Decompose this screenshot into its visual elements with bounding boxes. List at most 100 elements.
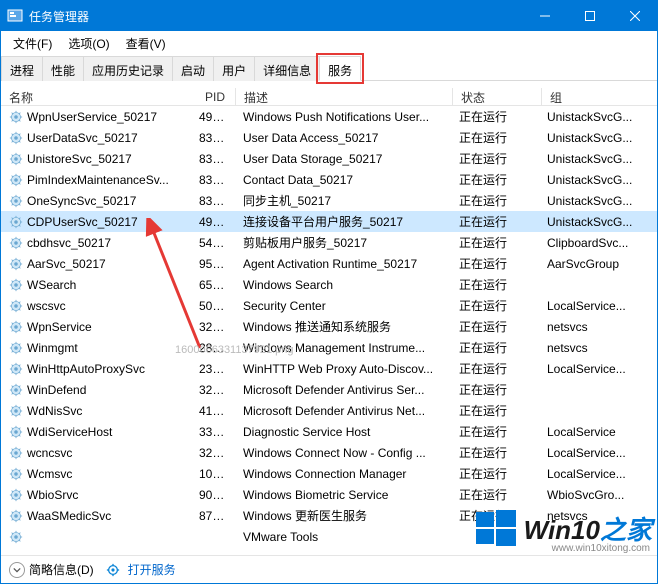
service-row[interactable]: UserDataSvc_502178344User Data Access_50… <box>1 127 657 148</box>
service-row[interactable]: wcncsvc3268Windows Connect Now - Config … <box>1 442 657 463</box>
service-row[interactable]: cbdhsvc_502175484剪贴板用户服务_50217正在运行Clipbo… <box>1 232 657 253</box>
brief-info-toggle[interactable]: 简略信息(D) <box>9 561 94 578</box>
service-name: WinDefend <box>27 383 86 397</box>
service-status: 正在运行 <box>451 171 539 188</box>
service-row[interactable]: UnistoreSvc_502178344User Data Storage_5… <box>1 148 657 169</box>
service-row[interactable]: AarSvc_50217 9554Agent Activation Runtime… <box>1 253 657 274</box>
service-pid: 8344 <box>191 152 235 166</box>
service-desc: 连接设备平台用户服务_50217 <box>235 213 451 230</box>
service-group: LocalService... <box>539 467 649 481</box>
header-name[interactable]: 名称 <box>1 89 191 106</box>
service-status: 正在运行 <box>451 381 539 398</box>
service-icon <box>9 509 23 523</box>
service-desc: WinHTTP Web Proxy Auto-Discov... <box>235 362 451 376</box>
service-pid: 9048 <box>191 488 235 502</box>
service-row[interactable]: OneSyncSvc_502178344同步主机_50217正在运行Unista… <box>1 190 657 211</box>
tab-进程[interactable]: 进程 <box>1 56 43 81</box>
service-group: UnistackSvcG... <box>539 194 649 208</box>
service-row[interactable]: wscsvc5088Security Center正在运行LocalServic… <box>1 295 657 316</box>
service-name: Wcmsvc <box>27 467 72 481</box>
service-group: netsvcs <box>539 509 649 523</box>
service-name: UserDataSvc_50217 <box>27 131 138 145</box>
service-desc: Windows Search <box>235 278 451 292</box>
service-row[interactable]: CDPUserSvc_502174948连接设备平台用户服务_50217正在运行… <box>1 211 657 232</box>
service-desc: Diagnostic Service Host <box>235 425 451 439</box>
service-desc: Agent Activation Runtime_50217 <box>235 257 451 271</box>
tab-服务[interactable]: 服务 <box>319 56 361 81</box>
service-name: AarSvc_50217 <box>27 257 106 271</box>
service-pid: 1048 <box>191 467 235 481</box>
service-desc: Security Center <box>235 299 451 313</box>
service-pid: 2808 <box>191 341 235 355</box>
service-desc: Windows 推送通知系统服务 <box>235 318 451 335</box>
service-icon <box>9 194 23 208</box>
menubar: 文件(F) 选项(O) 查看(V) <box>1 31 657 55</box>
tab-详细信息[interactable]: 详细信息 <box>254 56 320 81</box>
service-status: 正在运行 <box>451 465 539 482</box>
header-desc[interactable]: 描述 <box>236 89 452 106</box>
service-row[interactable]: WSearch6536Windows Search正在运行 <box>1 274 657 295</box>
service-name: wcncsvc <box>27 446 72 460</box>
menu-options[interactable]: 选项(O) <box>60 32 117 55</box>
service-desc: Windows Biometric Service <box>235 488 451 502</box>
service-group: LocalService... <box>539 446 649 460</box>
minimize-button[interactable] <box>522 1 567 31</box>
service-status: 正在运行 <box>451 276 539 293</box>
menu-view[interactable]: 查看(V) <box>118 32 174 55</box>
service-row[interactable]: WinDefend3224Microsoft Defender Antiviru… <box>1 379 657 400</box>
service-name: CDPUserSvc_50217 <box>27 215 138 229</box>
service-row[interactable]: WinHttpAutoProxySvc2312WinHTTP Web Proxy… <box>1 358 657 379</box>
service-desc: Contact Data_50217 <box>235 173 451 187</box>
window-title: 任务管理器 <box>29 8 89 25</box>
service-status: 正在运行 <box>451 150 539 167</box>
service-icon <box>9 341 23 355</box>
tab-应用历史记录[interactable]: 应用历史记录 <box>83 56 173 81</box>
service-icon <box>9 110 23 124</box>
service-status: 正在运行 <box>451 339 539 356</box>
service-pid: 3224 <box>191 383 235 397</box>
service-desc: 同步主机_50217 <box>235 192 451 209</box>
service-icon <box>9 299 23 313</box>
service-status: 正在运行 <box>451 402 539 419</box>
service-row[interactable]: WdNisSvc4172Microsoft Defender Antivirus… <box>1 400 657 421</box>
service-status: 正在运行 <box>451 507 539 524</box>
maximize-button[interactable] <box>567 1 612 31</box>
service-icon <box>9 131 23 145</box>
service-icon <box>9 467 23 481</box>
service-pid: 9554 <box>191 257 235 271</box>
menu-file[interactable]: 文件(F) <box>5 32 60 55</box>
tab-性能[interactable]: 性能 <box>42 56 84 81</box>
service-name: WdiServiceHost <box>27 425 112 439</box>
service-icon <box>9 173 23 187</box>
service-icon <box>9 446 23 460</box>
service-icon <box>9 257 23 271</box>
titlebar: 任务管理器 <box>1 1 657 31</box>
service-name: WpnUserService_50217 <box>27 110 157 124</box>
header-group[interactable]: 组 <box>542 89 652 106</box>
header-pid[interactable]: PID <box>191 90 235 104</box>
service-status: 正在运行 <box>451 360 539 377</box>
service-row[interactable]: WaaSMedicSvc8788Windows 更新医生服务正在运行netsvc… <box>1 505 657 526</box>
service-row[interactable]: WdiServiceHost3364Diagnostic Service Hos… <box>1 421 657 442</box>
service-group: WbioSvcGro... <box>539 488 649 502</box>
service-row[interactable]: WbioSrvc9048Windows Biometric Service正在运… <box>1 484 657 505</box>
service-row[interactable]: WpnService3248Windows 推送通知系统服务正在运行netsvc… <box>1 316 657 337</box>
close-button[interactable] <box>612 1 657 31</box>
service-group: LocalService... <box>539 362 649 376</box>
app-icon <box>7 8 23 24</box>
service-name: WdNisSvc <box>27 404 82 418</box>
service-row[interactable]: Winmgmt2808Windows Management Instrume..… <box>1 337 657 358</box>
service-group: netsvcs <box>539 320 649 334</box>
service-desc: 剪贴板用户服务_50217 <box>235 234 451 251</box>
service-row[interactable]: Wcmsvc 1048Windows Connection Manager正在运行… <box>1 463 657 484</box>
tab-启动[interactable]: 启动 <box>172 56 214 81</box>
service-icon <box>9 362 23 376</box>
tab-用户[interactable]: 用户 <box>213 56 255 81</box>
service-desc: VMware Tools <box>235 530 451 544</box>
header-status[interactable]: 状态 <box>453 89 541 106</box>
service-row[interactable]: PimIndexMaintenanceSv...8344Contact Data… <box>1 169 657 190</box>
service-desc: Windows Connection Manager <box>235 467 451 481</box>
service-row[interactable]: VMware Tools <box>1 526 657 547</box>
open-services-link[interactable]: 打开服务 <box>106 561 176 578</box>
service-row[interactable]: WpnUserService_502174988Windows Push Not… <box>1 106 657 127</box>
